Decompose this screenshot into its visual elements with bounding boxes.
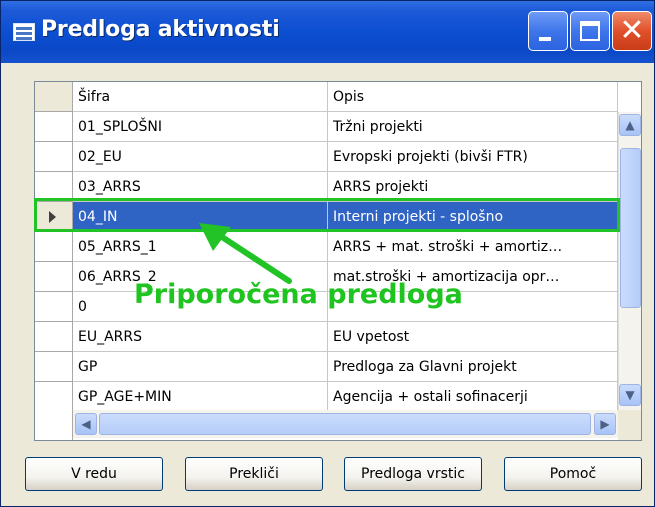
window-title: Predloga aktivnosti	[41, 17, 280, 42]
row-selector[interactable]	[35, 112, 73, 142]
minimize-button[interactable]	[528, 11, 568, 51]
ok-button[interactable]: V redu	[25, 457, 163, 491]
row-gutter-empty	[35, 410, 73, 440]
code-cell[interactable]: GP	[73, 352, 328, 382]
code-cell[interactable]: 02_EU	[73, 142, 328, 172]
recommended-highlight-box	[34, 198, 620, 232]
ok-button-label: V redu	[71, 466, 117, 482]
row-selector[interactable]	[35, 292, 73, 322]
column-header-description[interactable]: Opis	[328, 82, 618, 112]
horizontal-scroll-thumb[interactable]	[99, 413, 591, 435]
template-grid: Šifra Opis 01_SPLOŠNI Tržni projekti 02_EU…	[34, 81, 642, 441]
line-template-button[interactable]: Predloga vrstic	[344, 457, 482, 491]
line-template-button-label: Predloga vrstic	[361, 466, 465, 482]
table-row[interactable]: 01_SPLOŠNI Tržni projekti	[35, 112, 618, 142]
code-cell[interactable]: GP_AGE+MIN	[73, 382, 328, 412]
table-row[interactable]: GP_AGE+MIN Agencija + ostali sofinacerji	[35, 382, 618, 412]
help-button[interactable]: Pomoč	[504, 457, 642, 491]
minimize-icon	[539, 37, 551, 41]
description-cell[interactable]: Predloga za Glavni projekt	[328, 352, 618, 382]
description-cell[interactable]: EU vpetost	[328, 322, 618, 352]
row-selector[interactable]	[35, 262, 73, 292]
recommendation-annotation: Priporočena predloga	[134, 279, 463, 310]
maximize-button[interactable]	[570, 11, 610, 51]
description-cell[interactable]: Evropski projekti (bivši FTR)	[328, 142, 618, 172]
table-row[interactable]: EU_ARRS EU vpetost	[35, 322, 618, 352]
row-selector[interactable]	[35, 232, 73, 262]
cancel-button-label: Prekliči	[229, 466, 279, 482]
description-cell[interactable]: Tržni projekti	[328, 112, 618, 142]
row-selector[interactable]	[35, 142, 73, 172]
maximize-icon	[580, 21, 600, 41]
table-row[interactable]: 05_ARRS_1 ARRS + mat. stroški + amortiz…	[35, 232, 618, 262]
scrollbar-corner	[618, 410, 641, 440]
code-cell[interactable]: 01_SPLOŠNI	[73, 112, 328, 142]
vertical-scrollbar[interactable]: ▲ ▼	[618, 112, 641, 410]
scroll-right-button[interactable]: ▶	[594, 413, 616, 435]
title-bar[interactable]: Predloga aktivnosti ✕	[1, 1, 654, 63]
vertical-scroll-thumb[interactable]	[620, 148, 641, 308]
description-cell[interactable]: Agencija + ostali sofinacerji	[328, 382, 618, 412]
scroll-up-button[interactable]: ▲	[619, 114, 641, 136]
grid-corner	[35, 82, 73, 112]
description-cell[interactable]: ARRS + mat. stroški + amortiz…	[328, 232, 618, 262]
row-selector[interactable]	[35, 382, 73, 412]
table-row[interactable]: GP Predloga za Glavni projekt	[35, 352, 618, 382]
close-button[interactable]: ✕	[612, 11, 652, 51]
column-header-code[interactable]: Šifra	[73, 82, 328, 112]
help-button-label: Pomoč	[549, 466, 597, 482]
row-selector[interactable]	[35, 352, 73, 382]
horizontal-scrollbar[interactable]: ◀ ▶	[73, 410, 618, 438]
code-cell[interactable]: EU_ARRS	[73, 322, 328, 352]
close-icon: ✕	[619, 13, 645, 48]
cancel-button[interactable]: Prekliči	[185, 457, 323, 491]
table-row[interactable]: 02_EU Evropski projekti (bivši FTR)	[35, 142, 618, 172]
scroll-left-button[interactable]: ◀	[75, 413, 97, 435]
scroll-down-button[interactable]: ▼	[619, 384, 641, 406]
dialog-window: Predloga aktivnosti ✕ Šifra Opis 01_SPLO…	[0, 0, 655, 507]
row-selector[interactable]	[35, 322, 73, 352]
window-icon	[13, 23, 35, 41]
